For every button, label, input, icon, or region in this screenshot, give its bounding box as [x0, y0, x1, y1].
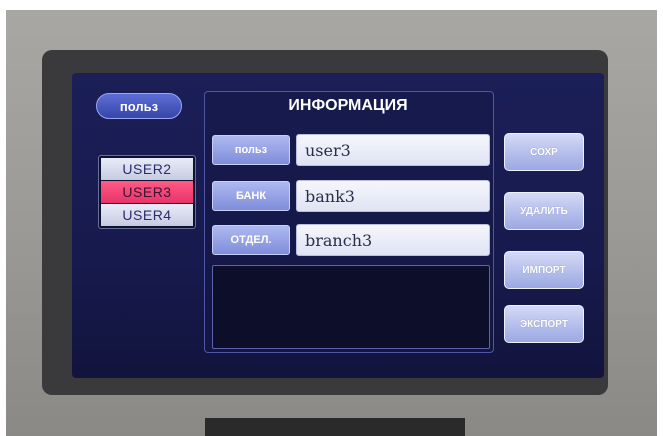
device-bottom-slot [205, 418, 465, 436]
list-item-user4[interactable]: USER4 [101, 204, 193, 226]
export-button[interactable]: ЭКСПОРТ [504, 305, 584, 343]
list-item-user2[interactable]: USER2 [101, 158, 193, 180]
bank-field[interactable]: bank3 [296, 180, 490, 212]
branch-field-label: ОТДЕЛ. [212, 225, 290, 255]
list-item-user3[interactable]: USER3 [101, 181, 193, 203]
user-field-label: польз [212, 135, 290, 165]
user-list[interactable]: USER2 USER3 USER4 [98, 155, 196, 229]
user-select-button[interactable]: польз [96, 93, 182, 119]
bank-field-label: БАНК [212, 181, 290, 211]
import-button[interactable]: ИМПОРТ [504, 251, 584, 289]
notes-area[interactable] [212, 265, 490, 349]
touchscreen: польз USER2 USER3 USER4 ИНФОРМАЦИЯ польз… [72, 73, 604, 378]
save-button[interactable]: СОХР [504, 133, 584, 171]
branch-field[interactable]: branch3 [296, 224, 490, 256]
delete-button[interactable]: УДАЛИТЬ [504, 192, 584, 230]
info-title: ИНФОРМАЦИЯ [288, 97, 408, 114]
user-field[interactable]: user3 [296, 134, 490, 166]
